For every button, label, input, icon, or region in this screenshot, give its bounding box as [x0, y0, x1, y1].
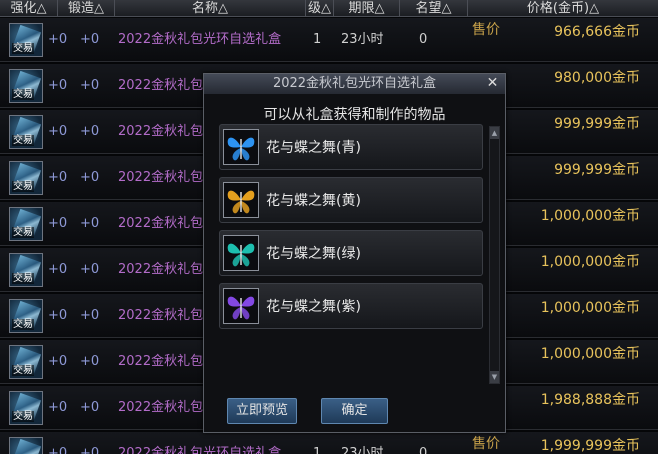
trade-tag: 交易: [12, 411, 34, 422]
dialog-title: 2022金秋礼包光环自选礼盒: [204, 74, 505, 94]
preview-button[interactable]: 立即预览: [227, 398, 297, 424]
butterfly-icon[interactable]: [223, 129, 259, 165]
header-reputation[interactable]: 名望△: [400, 0, 468, 17]
trade-tag: 交易: [12, 89, 34, 100]
trade-tag: 交易: [12, 319, 34, 330]
item-name: 2022金秋礼包光环自选礼盒: [118, 32, 282, 47]
forge-value: +0: [80, 170, 100, 185]
confirm-button[interactable]: 确定: [321, 398, 388, 424]
trade-tag: 交易: [12, 43, 34, 54]
item-time: 23小时: [341, 32, 384, 47]
forge-value: +0: [80, 446, 100, 454]
butterfly-icon[interactable]: [223, 288, 259, 324]
trade-tag: 交易: [12, 181, 34, 192]
enhance-value: +0: [48, 446, 68, 454]
enhance-value: +0: [48, 170, 68, 185]
reward-item-label: 花与蝶之舞(紫): [266, 299, 361, 315]
reward-item[interactable]: 花与蝶之舞(紫): [219, 283, 483, 329]
trade-tag: 交易: [12, 273, 34, 284]
forge-value: +0: [80, 78, 100, 93]
forge-value: +0: [80, 400, 100, 415]
forge-value: +0: [80, 354, 100, 369]
forge-value: +0: [80, 262, 100, 277]
reward-item-label: 花与蝶之舞(绿): [266, 246, 361, 262]
enhance-value: +0: [48, 354, 68, 369]
item-time: 23小时: [341, 446, 384, 454]
item-price: 999,999金币: [554, 162, 640, 178]
reward-item-label: 花与蝶之舞(黄): [266, 193, 361, 209]
reward-item[interactable]: 花与蝶之舞(黄): [219, 177, 483, 223]
dialog-subtitle: 可以从礼盒获得和制作的物品: [263, 107, 446, 123]
trade-tag: 交易: [12, 227, 34, 238]
forge-value: +0: [80, 308, 100, 323]
forge-value: +0: [80, 32, 100, 47]
enhance-value: +0: [48, 124, 68, 139]
reward-item-label: 花与蝶之舞(青): [266, 140, 361, 156]
butterfly-icon[interactable]: [223, 182, 259, 218]
item-price: 980,000金币: [554, 70, 640, 86]
enhance-value: +0: [48, 78, 68, 93]
header-level[interactable]: 级△: [306, 0, 334, 17]
item-price: 1,000,000金币: [540, 300, 640, 316]
item-price: 1,999,999金币: [540, 438, 640, 454]
sell-label: 售价: [472, 22, 500, 38]
scroll-down-icon[interactable]: ▼: [490, 371, 499, 383]
header-name[interactable]: 名称△: [115, 0, 306, 17]
close-icon[interactable]: ✕: [485, 76, 500, 91]
item-price: 1,988,888金币: [540, 392, 640, 408]
forge-value: +0: [80, 216, 100, 231]
enhance-value: +0: [48, 308, 68, 323]
item-price: 966,666金币: [554, 24, 640, 40]
item-price: 1,000,000金币: [540, 346, 640, 362]
trade-tag: 交易: [12, 135, 34, 146]
table-row[interactable]: 交易+0+02022金秋礼包光环自选礼盒123小时0售价1,999,999金币: [0, 432, 658, 454]
item-level: 1: [313, 32, 322, 47]
reward-list: 花与蝶之舞(青) 花与蝶之舞(黄) 花与蝶之舞(绿) 花与蝶之舞(紫): [219, 124, 486, 384]
enhance-value: +0: [48, 32, 68, 47]
reward-list-scrollbar[interactable]: ▲ ▼: [489, 126, 500, 384]
item-name: 2022金秋礼包光环自选礼盒: [118, 446, 282, 454]
forge-value: +0: [80, 124, 100, 139]
header-enhance[interactable]: 强化△: [0, 0, 58, 17]
item-price: 1,000,000金币: [540, 254, 640, 270]
enhance-value: +0: [48, 216, 68, 231]
enhance-value: +0: [48, 400, 68, 415]
scroll-up-icon[interactable]: ▲: [490, 127, 499, 139]
item-reputation: 0: [419, 32, 428, 47]
item-price: 999,999金币: [554, 116, 640, 132]
item-level: 1: [313, 446, 322, 454]
trade-tag: 交易: [12, 365, 34, 376]
butterfly-icon[interactable]: [223, 235, 259, 271]
enhance-value: +0: [48, 262, 68, 277]
item-reputation: 0: [419, 446, 428, 454]
gift-box-dialog: 2022金秋礼包光环自选礼盒 ✕ 可以从礼盒获得和制作的物品 花与蝶之舞(青) 花…: [203, 73, 506, 433]
header-time[interactable]: 期限△: [334, 0, 400, 17]
header-forge[interactable]: 锻造△: [58, 0, 115, 17]
reward-item[interactable]: 花与蝶之舞(青): [219, 124, 483, 170]
reward-item[interactable]: 花与蝶之舞(绿): [219, 230, 483, 276]
gift-box-icon[interactable]: [9, 437, 43, 454]
item-price: 1,000,000金币: [540, 208, 640, 224]
